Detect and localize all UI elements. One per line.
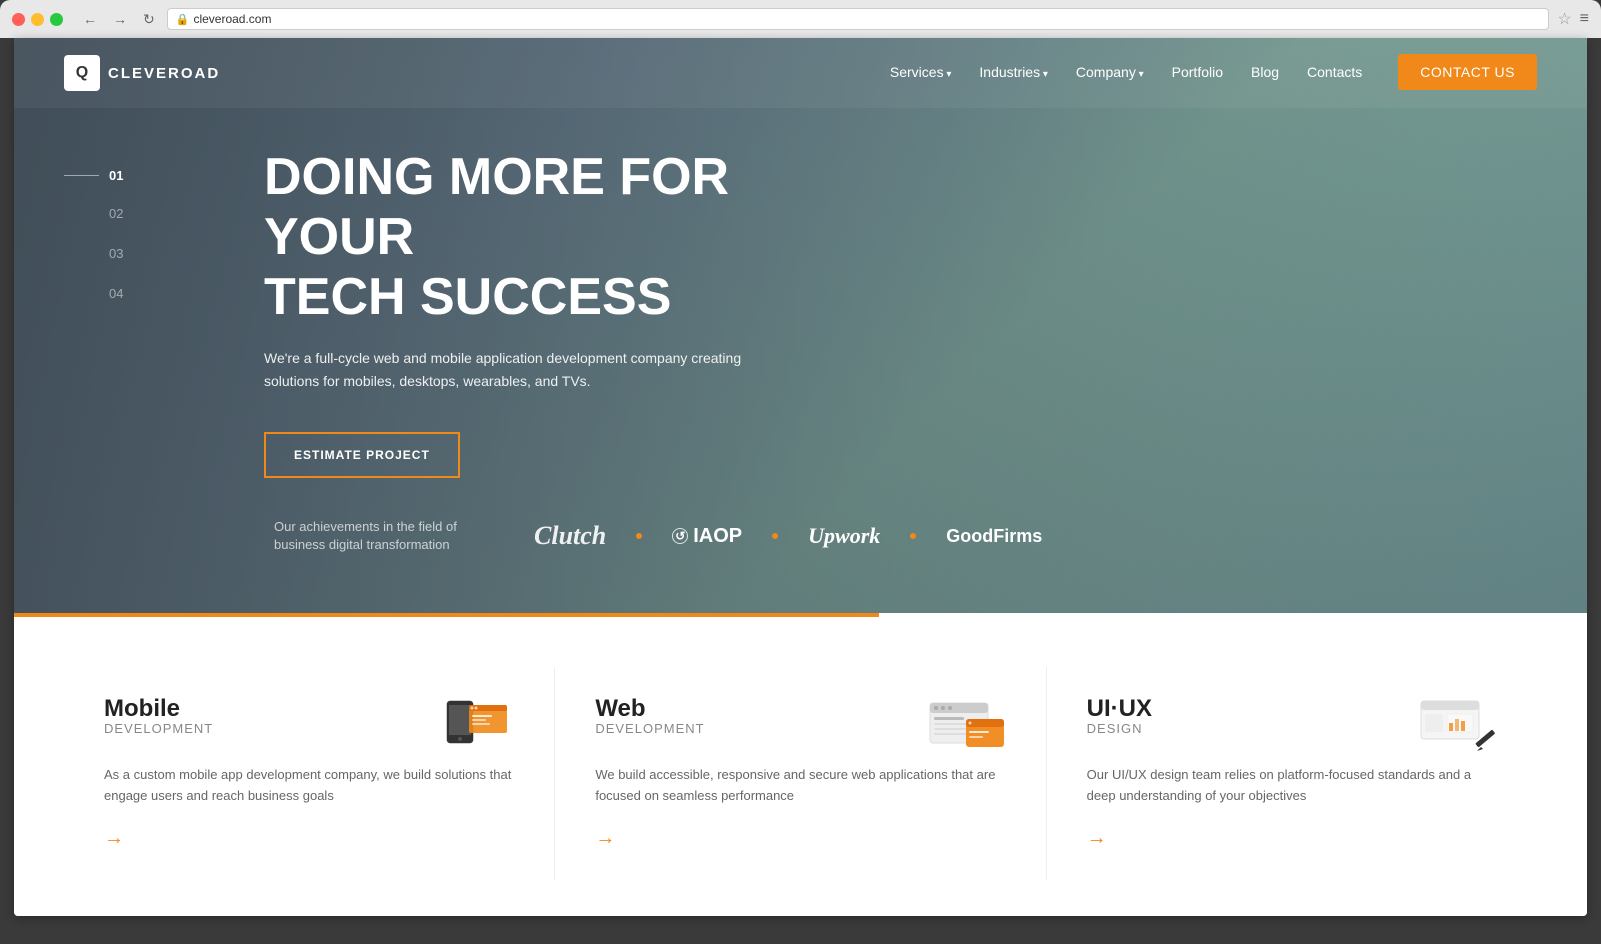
hero-section: Q CLEVEROAD Services Industries Company … bbox=[14, 38, 1587, 613]
browser-window: Q CLEVEROAD Services Industries Company … bbox=[14, 38, 1587, 916]
slide-indicator-1: 01 bbox=[109, 168, 123, 183]
web-service-subtitle: development bbox=[595, 721, 905, 736]
lock-icon: 🔒 bbox=[176, 13, 190, 26]
web-service-arrow[interactable]: → bbox=[595, 827, 615, 850]
back-button[interactable]: ← bbox=[79, 9, 101, 29]
services-section: Mobile development bbox=[14, 617, 1587, 916]
web-service-card: Web development bbox=[555, 667, 1046, 880]
mobile-service-title: Mobile bbox=[104, 697, 419, 721]
minimize-button[interactable] bbox=[31, 13, 44, 26]
mobile-service-arrow[interactable]: → bbox=[104, 827, 124, 850]
browser-titlebar: ← → ↻ 🔒 cleveroad.com ☆ ≡ bbox=[0, 8, 1601, 38]
partner-logos: Clutch ↺ IAOP Upwork GoodFirms bbox=[534, 521, 1042, 551]
nav-cta-button[interactable]: CONTACT US bbox=[1398, 54, 1537, 90]
maximize-button[interactable] bbox=[50, 13, 63, 26]
hero-title-line2: TECH SUCCESS bbox=[264, 268, 671, 326]
mobile-service-icon bbox=[439, 697, 514, 757]
iaop-logo: ↺ IAOP bbox=[672, 525, 742, 548]
refresh-button[interactable]: ↻ bbox=[139, 9, 159, 30]
dot-separator-1 bbox=[636, 533, 642, 539]
nav-services-link[interactable]: Services bbox=[890, 64, 952, 80]
logo-text: CLEVEROAD bbox=[108, 65, 220, 82]
traffic-lights bbox=[12, 13, 63, 26]
hero-title-line1: DOING MORE FOR YOUR bbox=[264, 148, 729, 266]
uiux-service-arrow[interactable]: → bbox=[1087, 827, 1107, 850]
web-service-title: Web bbox=[595, 697, 905, 721]
nav-blog-link[interactable]: Blog bbox=[1251, 64, 1279, 80]
nav-item-portfolio[interactable]: Portfolio bbox=[1172, 64, 1223, 82]
nav-company-link[interactable]: Company bbox=[1076, 64, 1144, 80]
logo-link[interactable]: Q CLEVEROAD bbox=[64, 55, 220, 91]
nav-item-company[interactable]: Company bbox=[1076, 64, 1144, 82]
mobile-service-card: Mobile development bbox=[64, 667, 555, 880]
close-button[interactable] bbox=[12, 13, 25, 26]
nav-industries-link[interactable]: Industries bbox=[979, 64, 1048, 80]
hero-title: DOING MORE FOR YOUR TECH SUCCESS bbox=[264, 148, 824, 327]
forward-button[interactable]: → bbox=[109, 9, 131, 29]
nav-item-industries[interactable]: Industries bbox=[979, 64, 1048, 82]
slide-indicator-2: 02 bbox=[109, 206, 123, 221]
web-service-icon bbox=[926, 697, 1006, 757]
browser-toolbar: ← → ↻ 🔒 cleveroad.com ☆ ≡ bbox=[79, 8, 1589, 30]
mobile-service-subtitle: development bbox=[104, 721, 419, 736]
url-text: cleveroad.com bbox=[193, 12, 271, 26]
estimate-project-button[interactable]: ESTIMATE PROJECT bbox=[264, 432, 460, 478]
nav-portfolio-link[interactable]: Portfolio bbox=[1172, 64, 1223, 80]
uiux-service-desc: Our UI/UX design team relies on platform… bbox=[1087, 765, 1497, 807]
navbar: Q CLEVEROAD Services Industries Company … bbox=[14, 38, 1587, 108]
uiux-service-card: UI·UX design bbox=[1047, 667, 1537, 880]
uiux-service-subtitle: design bbox=[1087, 721, 1397, 736]
dot-separator-3 bbox=[910, 533, 916, 539]
iaop-text: IAOP bbox=[693, 525, 742, 548]
upwork-logo: Upwork bbox=[808, 523, 880, 549]
logo-icon: Q bbox=[64, 55, 100, 91]
nav-links: Services Industries Company Portfolio Bl… bbox=[890, 64, 1537, 82]
nav-item-contacts[interactable]: Contacts bbox=[1307, 64, 1362, 82]
dot-separator-2 bbox=[772, 533, 778, 539]
web-service-desc: We build accessible, responsive and secu… bbox=[595, 765, 1005, 807]
nav-cta-item[interactable]: CONTACT US bbox=[1390, 64, 1537, 82]
achievements-text: Our achievements in the field of busines… bbox=[274, 518, 474, 554]
uiux-service-icon bbox=[1417, 697, 1497, 757]
nav-contacts-link[interactable]: Contacts bbox=[1307, 64, 1362, 80]
mobile-service-desc: As a custom mobile app development compa… bbox=[104, 765, 514, 807]
slide-indicator-4: 04 bbox=[109, 286, 123, 301]
uiux-service-title: UI·UX bbox=[1087, 697, 1397, 721]
menu-button[interactable]: ≡ bbox=[1580, 10, 1589, 28]
nav-item-blog[interactable]: Blog bbox=[1251, 64, 1279, 82]
browser-chrome: ← → ↻ 🔒 cleveroad.com ☆ ≡ bbox=[0, 0, 1601, 38]
achievements-bar: Our achievements in the field of busines… bbox=[14, 488, 1587, 574]
goodfirms-logo: GoodFirms bbox=[946, 526, 1042, 547]
slide-indicator-3: 03 bbox=[109, 246, 123, 261]
hero-description: We're a full-cycle web and mobile applic… bbox=[264, 347, 784, 392]
nav-item-services[interactable]: Services bbox=[890, 64, 952, 82]
address-bar[interactable]: 🔒 cleveroad.com bbox=[167, 8, 1550, 30]
clutch-logo: Clutch bbox=[534, 521, 606, 551]
bookmark-button[interactable]: ☆ bbox=[1557, 9, 1571, 29]
